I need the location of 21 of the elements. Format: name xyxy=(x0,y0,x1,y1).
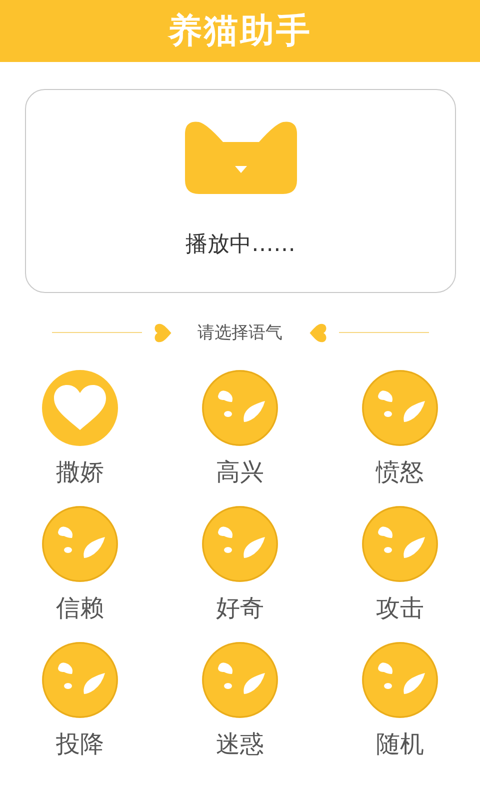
mood-label[interactable]: 高兴 xyxy=(216,456,264,488)
splash-icon[interactable] xyxy=(42,506,118,582)
splash-icon[interactable] xyxy=(362,642,438,718)
mood-label[interactable]: 信赖 xyxy=(56,592,104,624)
app-title: 养猫助手 xyxy=(168,10,312,53)
mood-label[interactable]: 随机 xyxy=(376,728,424,760)
splash-icon[interactable] xyxy=(362,506,438,582)
splash-icon[interactable] xyxy=(202,642,278,718)
splash-icon[interactable] xyxy=(42,642,118,718)
splash-icon[interactable] xyxy=(202,370,278,446)
mood-label[interactable]: 撒娇 xyxy=(56,456,104,488)
mood-label[interactable]: 迷惑 xyxy=(216,728,264,760)
section-title: 请选择语气 xyxy=(198,322,282,344)
mood-label[interactable]: 投降 xyxy=(56,728,104,760)
cat-head-icon xyxy=(184,120,296,194)
mood-label[interactable]: 愤怒 xyxy=(376,456,424,488)
mood-label[interactable]: 攻击 xyxy=(376,592,424,624)
splash-icon[interactable] xyxy=(202,506,278,582)
mood-label[interactable]: 好奇 xyxy=(216,592,264,624)
splash-icon[interactable] xyxy=(362,370,438,446)
playback-status: 播放中…… xyxy=(186,231,296,259)
